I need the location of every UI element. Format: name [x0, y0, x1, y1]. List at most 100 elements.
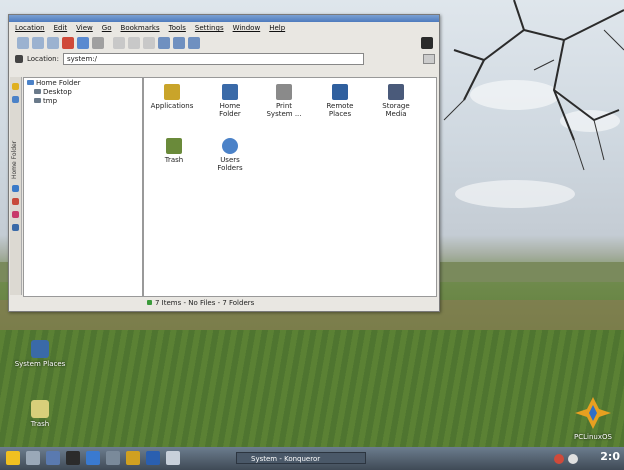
- pager-desktop-2-icon[interactable]: [166, 451, 180, 465]
- file-item-applications[interactable]: Applications: [150, 84, 194, 110]
- settings-launcher-icon[interactable]: [126, 451, 140, 465]
- network-tab-icon[interactable]: [12, 185, 19, 192]
- tree-node-tmp[interactable]: tmp: [24, 96, 142, 105]
- file-item-label: Storage Media: [382, 102, 410, 118]
- storage-media-icon: [388, 84, 404, 100]
- terminal-launcher-icon[interactable]: [66, 451, 80, 465]
- start-menu-icon[interactable]: [6, 451, 20, 465]
- zoom-in-icon[interactable]: [128, 37, 140, 49]
- back-icon[interactable]: [17, 37, 29, 49]
- sidebar-tab-home-folder[interactable]: Home Folder: [11, 109, 18, 179]
- show-desktop-icon[interactable]: [26, 451, 40, 465]
- menu-help[interactable]: Help: [269, 24, 285, 32]
- menu-bar: Location Edit View Go Bookmarks Tools Se…: [9, 22, 439, 34]
- location-bar: Location: system:/: [9, 52, 439, 66]
- folder-icon: [34, 98, 41, 103]
- folder-icon: [34, 89, 41, 94]
- file-item-home-folder[interactable]: Home Folder: [208, 84, 252, 118]
- home-icon[interactable]: [62, 37, 74, 49]
- file-item-label: Remote Places: [326, 102, 354, 118]
- folder-tree: Home Folder Desktop tmp: [23, 77, 143, 297]
- file-view: Applications Home Folder Print System ..…: [143, 77, 437, 297]
- menu-go[interactable]: Go: [102, 24, 112, 32]
- konqueror-window[interactable]: Location Edit View Go Bookmarks Tools Se…: [8, 14, 440, 312]
- root-tab-icon[interactable]: [12, 224, 19, 231]
- konqueror-throbber-icon: [421, 37, 433, 49]
- desktop-icon-label: Trash: [30, 420, 50, 428]
- title-bar[interactable]: [9, 15, 439, 22]
- file-item-storage-media[interactable]: Storage Media: [374, 84, 418, 118]
- status-icon: [147, 300, 152, 305]
- tree-node-home[interactable]: Home Folder: [24, 78, 142, 87]
- desktop-icon-label: System Places: [14, 360, 66, 368]
- pager-desktop-1-icon[interactable]: [146, 451, 160, 465]
- wheat-field: [0, 330, 624, 450]
- taskbar: System - Konqueror 2:0: [0, 447, 624, 470]
- menu-view[interactable]: View: [76, 24, 93, 32]
- sidebar-tabs: Home Folder: [10, 77, 22, 295]
- location-input[interactable]: system:/: [62, 53, 364, 65]
- task-label: System - Konqueror: [251, 455, 321, 463]
- tree-label: Desktop: [43, 87, 72, 96]
- cut-icon[interactable]: [113, 37, 125, 49]
- menu-tools[interactable]: Tools: [169, 24, 186, 32]
- home-folder-icon: [222, 84, 238, 100]
- menu-settings[interactable]: Settings: [195, 24, 224, 32]
- file-item-trash[interactable]: Trash: [152, 138, 196, 164]
- services-tab-icon[interactable]: [12, 198, 19, 205]
- stop-icon[interactable]: [92, 37, 104, 49]
- status-bar: 7 Items - No Files - 7 Folders: [143, 297, 439, 308]
- brand-logo: PCLinuxOS: [568, 395, 618, 445]
- remote-places-icon: [332, 84, 348, 100]
- media-tab-icon[interactable]: [12, 211, 19, 218]
- menu-location[interactable]: Location: [15, 24, 45, 32]
- file-item-label: Trash: [164, 156, 184, 164]
- brand-text: PCLinuxOS: [574, 433, 612, 441]
- reload-icon[interactable]: [77, 37, 89, 49]
- menu-edit[interactable]: Edit: [54, 24, 68, 32]
- list-view-icon[interactable]: [173, 37, 185, 49]
- tree-label: Home Folder: [36, 78, 81, 87]
- clock[interactable]: 2:0: [600, 450, 620, 463]
- trash-icon: [31, 400, 49, 418]
- file-item-label: Home Folder: [219, 102, 241, 118]
- icon-view-icon[interactable]: [158, 37, 170, 49]
- trash-icon: [166, 138, 182, 154]
- tree-node-desktop[interactable]: Desktop: [24, 87, 142, 96]
- menu-bookmarks[interactable]: Bookmarks: [121, 24, 160, 32]
- file-item-label: Print System ...: [266, 102, 302, 118]
- status-text: 7 Items - No Files - 7 Folders: [155, 298, 255, 307]
- applications-icon: [164, 84, 180, 100]
- users-folders-icon: [222, 138, 238, 154]
- file-item-users-folders[interactable]: Users Folders: [208, 138, 252, 172]
- printer-icon: [276, 84, 292, 100]
- file-item-label: Users Folders: [217, 156, 243, 172]
- browser-launcher-icon[interactable]: [86, 451, 100, 465]
- folder-icon: [27, 80, 34, 85]
- location-label: Location:: [27, 55, 59, 63]
- taskbar-task-konqueror[interactable]: System - Konqueror: [236, 452, 366, 464]
- tray-icon[interactable]: [554, 454, 564, 464]
- pclinuxos-logo-icon: [575, 397, 611, 429]
- file-item-remote-places[interactable]: Remote Places: [318, 84, 362, 118]
- location-go-icon[interactable]: [423, 54, 435, 64]
- mail-launcher-icon[interactable]: [106, 451, 120, 465]
- file-item-label: Applications: [150, 102, 194, 110]
- desktop-icon-trash[interactable]: Trash: [10, 400, 70, 428]
- tree-label: tmp: [43, 96, 58, 105]
- menu-window[interactable]: Window: [233, 24, 261, 32]
- bookmarks-tab-icon[interactable]: [12, 83, 19, 90]
- up-icon[interactable]: [47, 37, 59, 49]
- history-tab-icon[interactable]: [12, 96, 19, 103]
- detail-view-icon[interactable]: [188, 37, 200, 49]
- toolbar: [9, 34, 439, 52]
- file-item-print-system[interactable]: Print System ...: [262, 84, 306, 118]
- tray-icon[interactable]: [568, 454, 578, 464]
- tree-branches: [443, 0, 624, 171]
- desktop-icon-system[interactable]: System Places: [10, 340, 70, 368]
- forward-icon[interactable]: [32, 37, 44, 49]
- zoom-out-icon[interactable]: [143, 37, 155, 49]
- clear-location-icon[interactable]: [15, 55, 23, 63]
- home-launcher-icon[interactable]: [46, 451, 60, 465]
- system-places-icon: [31, 340, 49, 358]
